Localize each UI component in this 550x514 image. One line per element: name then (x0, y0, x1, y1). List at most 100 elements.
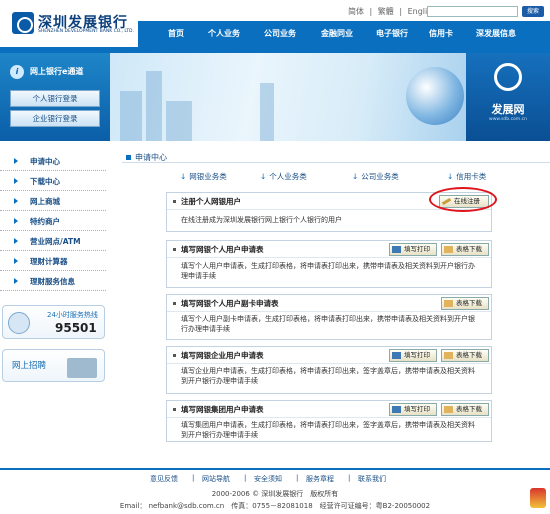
login-panel-title: 网上银行e通道 (8, 62, 103, 82)
side-item-label: 理财计算器 (30, 257, 68, 266)
logo-english-name: SHENZHEN DEVELOPMENT BANK CO., LTD. (38, 29, 134, 34)
fill-print-button[interactable]: 填写打印 (389, 403, 437, 416)
search-input[interactable] (427, 6, 518, 17)
fazhanwang-url: www.sdb.com.cn (489, 117, 527, 122)
side-item-online-mall[interactable]: 网上商城 (0, 193, 106, 211)
laptop-icon (67, 358, 97, 378)
side-item-wealth-info[interactable]: 理财服务信息 (0, 273, 106, 291)
footer-sep: | (296, 474, 299, 482)
card-title: 填写网银个人用户申请表 (173, 241, 264, 258)
side-item-apply-center[interactable]: 申请中心 (0, 153, 106, 171)
fazhanwang-logo[interactable]: 发展网 www.sdb.com.cn (466, 53, 550, 141)
nav-home[interactable]: 首页 (168, 21, 184, 47)
arrow-right-icon (14, 258, 18, 264)
personal-login-button[interactable]: 个人银行登录 (10, 90, 100, 107)
form-download-button[interactable]: 表格下载 (441, 349, 489, 362)
language-switcher: 简体 | 繁體 | English (348, 6, 439, 17)
footer-divider (0, 468, 550, 470)
nav-credit-card[interactable]: 信用卡 (429, 21, 453, 47)
section-divider (122, 162, 550, 163)
table-icon (444, 352, 453, 359)
button-label: 填写打印 (404, 405, 430, 413)
building-graphic (120, 91, 142, 141)
printer-icon (392, 246, 401, 253)
category-tabs: 网银业务类 个人业务类 公司业务类 信用卡类 (180, 171, 500, 182)
card-header: 填写网银个人用户申请表 填写打印 表格下载 (167, 241, 491, 258)
recruit-banner[interactable]: 网上招聘 (2, 349, 105, 382)
nav-interbank[interactable]: 金融同业 (321, 21, 353, 47)
nav-ebank[interactable]: 电子银行 (376, 21, 408, 47)
lang-sep: | (399, 7, 403, 16)
lang-simplified[interactable]: 简体 (348, 7, 364, 16)
footer-sep: | (192, 474, 195, 482)
ebank-login-panel: 网上银行e通道 个人银行登录 企业银行登录 (0, 53, 110, 141)
arrow-right-icon (14, 278, 18, 284)
arrow-right-icon (14, 178, 18, 184)
badge-icon[interactable] (530, 488, 546, 508)
hotline-box: 24小时服务热线 95501 (2, 305, 105, 339)
form-download-button[interactable]: 表格下载 (441, 403, 489, 416)
side-item-label: 理财服务信息 (30, 277, 75, 286)
side-item-label: 营业网点/ATM (30, 237, 81, 246)
corporate-login-button[interactable]: 企业银行登录 (10, 110, 100, 127)
footer-sep: | (348, 474, 351, 482)
card-title: 填写网银集团用户申请表 (173, 401, 264, 418)
footer-link-sitemap[interactable]: 网站导航 (202, 474, 230, 484)
arrow-right-icon (14, 218, 18, 224)
building-graphic (146, 71, 162, 141)
card-description: 填写个人用户副卡申请表，生成打印表格，将申请表打印出来，携带申请表及相关资料到开… (181, 315, 475, 333)
bank-logo[interactable]: 深圳发展银行 SHENZHEN DEVELOPMENT BANK CO., LT… (12, 12, 134, 36)
footer-link-contact[interactable]: 联系我们 (358, 474, 386, 484)
footer-link-feedback[interactable]: 意见反馈 (150, 474, 178, 484)
tab-corporate[interactable]: 公司业务类 (352, 171, 399, 182)
footer-contact: Email： nefbank@sdb.com.cn 传真：0755－820810… (119, 502, 431, 510)
search-button[interactable]: 搜索 (522, 6, 544, 17)
lang-traditional[interactable]: 繁體 (378, 7, 394, 16)
card-personal-application: 填写网银个人用户申请表 填写打印 表格下载 填写个人用户申请表，生成打印表格，将… (166, 240, 492, 288)
tab-personal[interactable]: 个人业务类 (260, 171, 307, 182)
footer-link-security[interactable]: 安全须知 (254, 474, 282, 484)
button-label: 表格下载 (456, 245, 482, 253)
lang-sep: | (369, 7, 373, 16)
card-description: 在线注册成为深圳发展银行网上银行个人银行的用户 (181, 216, 342, 224)
form-download-button[interactable]: 表格下载 (441, 243, 489, 256)
button-label: 填写打印 (404, 245, 430, 253)
arrow-right-icon (14, 198, 18, 204)
fill-print-button[interactable]: 填写打印 (389, 243, 437, 256)
side-item-label: 特约商户 (30, 217, 60, 226)
fazhanwang-mark-icon (494, 63, 522, 91)
footer-links: 意见反馈 | 网站导航 | 安全须知 | 服务章程 | 联系我们 (150, 474, 400, 484)
city-globe-banner (110, 53, 466, 141)
printer-icon (392, 352, 401, 359)
card-header: 填写网银企业用户申请表 填写打印 表格下载 (167, 347, 491, 364)
card-description: 填写集团用户申请表，生成打印表格，将申请表打印出来，签字盖章后，携带申请表及相关… (181, 421, 475, 439)
card-header: 填写网银个人用户副卡申请表 表格下载 (167, 295, 491, 312)
fill-print-button[interactable]: 填写打印 (389, 349, 437, 362)
side-item-merchants[interactable]: 特约商户 (0, 213, 106, 231)
nav-sdb-info[interactable]: 深发展信息 (476, 21, 516, 47)
form-download-button[interactable]: 表格下载 (441, 297, 489, 310)
side-item-branches-atm[interactable]: 营业网点/ATM (0, 233, 106, 251)
side-item-label: 网上商城 (30, 197, 60, 206)
nav-personal[interactable]: 个人业务 (208, 21, 240, 47)
building-graphic (166, 101, 192, 141)
card-description: 填写个人用户申请表，生成打印表格，将申请表打印出来，携带申请表及相关资料到开户银… (181, 262, 475, 280)
footer-link-charter[interactable]: 服务章程 (306, 474, 334, 484)
side-item-calculator[interactable]: 理财计算器 (0, 253, 106, 271)
footer-sep: | (244, 474, 247, 482)
card-group-application: 填写网银集团用户申请表 填写打印 表格下载 填写集团用户申请表，生成打印表格，将… (166, 400, 492, 442)
nav-corporate[interactable]: 公司业务 (264, 21, 296, 47)
tab-credit-card[interactable]: 信用卡类 (447, 171, 486, 182)
side-item-label: 下载中心 (30, 177, 60, 186)
phone-icon (8, 312, 30, 334)
tab-ebank[interactable]: 网银业务类 (180, 171, 227, 182)
card-title: 填写网银个人用户副卡申请表 (173, 295, 279, 312)
card-title: 填写网银企业用户申请表 (173, 347, 264, 364)
table-icon (444, 246, 453, 253)
table-icon (444, 300, 453, 307)
card-personal-subcard-application: 填写网银个人用户副卡申请表 表格下载 填写个人用户副卡申请表，生成打印表格，将申… (166, 294, 492, 340)
side-item-download-center[interactable]: 下载中心 (0, 173, 106, 191)
card-description: 填写企业用户申请表，生成打印表格，将申请表打印出来，签字盖章后，携带申请表及相关… (181, 367, 475, 385)
side-item-label: 申请中心 (30, 157, 60, 166)
hotline-number: 95501 (55, 321, 97, 335)
